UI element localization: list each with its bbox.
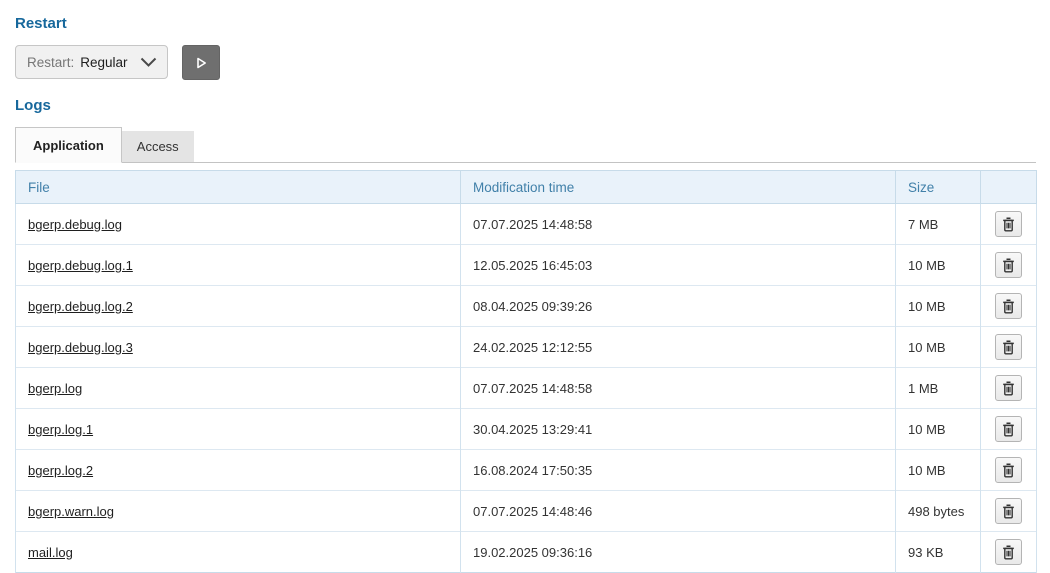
delete-button[interactable]: [995, 539, 1022, 565]
mtime-cell: 24.02.2025 12:12:55: [461, 327, 896, 368]
delete-button[interactable]: [995, 457, 1022, 483]
action-cell: [981, 532, 1037, 573]
file-link[interactable]: mail.log: [28, 545, 73, 560]
column-header-size: Size: [896, 171, 981, 204]
mtime-cell: 07.07.2025 14:48:58: [461, 204, 896, 245]
action-cell: [981, 368, 1037, 409]
trash-icon: [1002, 545, 1015, 560]
file-link[interactable]: bgerp.debug.log.2: [28, 299, 133, 314]
log-files-table: File Modification time Size bgerp.debug.…: [15, 170, 1037, 573]
file-cell: bgerp.debug.log.3: [16, 327, 461, 368]
action-cell: [981, 450, 1037, 491]
mtime-cell: 08.04.2025 09:39:26: [461, 286, 896, 327]
table-row: bgerp.debug.log.1 12.05.2025 16:45:03 10…: [16, 245, 1037, 286]
action-cell: [981, 409, 1037, 450]
file-cell: bgerp.debug.log.2: [16, 286, 461, 327]
play-icon: [193, 55, 209, 71]
file-cell: bgerp.log.2: [16, 450, 461, 491]
table-row: bgerp.warn.log 07.07.2025 14:48:46 498 b…: [16, 491, 1037, 532]
delete-button[interactable]: [995, 211, 1022, 237]
delete-button[interactable]: [995, 498, 1022, 524]
mtime-cell: 16.08.2024 17:50:35: [461, 450, 896, 491]
size-cell: 10 MB: [896, 286, 981, 327]
action-cell: [981, 286, 1037, 327]
size-cell: 498 bytes: [896, 491, 981, 532]
file-cell: bgerp.log.1: [16, 409, 461, 450]
chevron-down-icon: [140, 57, 157, 68]
restart-controls: Restart: Regular: [15, 45, 1036, 80]
trash-icon: [1002, 422, 1015, 437]
tab-application[interactable]: Application: [15, 127, 122, 163]
restart-mode-dropdown[interactable]: Restart: Regular: [15, 45, 168, 79]
action-cell: [981, 204, 1037, 245]
table-row: bgerp.log.2 16.08.2024 17:50:35 10 MB: [16, 450, 1037, 491]
trash-icon: [1002, 504, 1015, 519]
logs-tabbar: Application Access: [15, 127, 1036, 163]
column-header-actions: [981, 171, 1037, 204]
page: Restart Restart: Regular Logs Applicatio…: [0, 0, 1050, 573]
table-header-row: File Modification time Size: [16, 171, 1037, 204]
tab-access[interactable]: Access: [122, 131, 194, 162]
file-link[interactable]: bgerp.log: [28, 381, 82, 396]
table-row: bgerp.debug.log 07.07.2025 14:48:58 7 MB: [16, 204, 1037, 245]
file-link[interactable]: bgerp.debug.log: [28, 217, 122, 232]
mtime-cell: 30.04.2025 13:29:41: [461, 409, 896, 450]
table-row: bgerp.debug.log.3 24.02.2025 12:12:55 10…: [16, 327, 1037, 368]
file-cell: bgerp.debug.log.1: [16, 245, 461, 286]
table-row: bgerp.debug.log.2 08.04.2025 09:39:26 10…: [16, 286, 1037, 327]
file-cell: bgerp.log: [16, 368, 461, 409]
restart-run-button[interactable]: [182, 45, 220, 80]
trash-icon: [1002, 258, 1015, 273]
logs-section-title: Logs: [15, 97, 1036, 114]
size-cell: 10 MB: [896, 327, 981, 368]
mtime-cell: 19.02.2025 09:36:16: [461, 532, 896, 573]
trash-icon: [1002, 340, 1015, 355]
trash-icon: [1002, 463, 1015, 478]
restart-dropdown-label: Restart:: [27, 55, 74, 70]
file-cell: bgerp.warn.log: [16, 491, 461, 532]
file-link[interactable]: bgerp.debug.log.1: [28, 258, 133, 273]
table-row: bgerp.log 07.07.2025 14:48:58 1 MB: [16, 368, 1037, 409]
delete-button[interactable]: [995, 252, 1022, 278]
action-cell: [981, 245, 1037, 286]
restart-dropdown-value: Regular: [80, 55, 127, 70]
mtime-cell: 07.07.2025 14:48:46: [461, 491, 896, 532]
trash-icon: [1002, 381, 1015, 396]
table-row: mail.log 19.02.2025 09:36:16 93 KB: [16, 532, 1037, 573]
delete-button[interactable]: [995, 375, 1022, 401]
delete-button[interactable]: [995, 334, 1022, 360]
size-cell: 1 MB: [896, 368, 981, 409]
column-header-file: File: [16, 171, 461, 204]
size-cell: 10 MB: [896, 409, 981, 450]
file-cell: bgerp.debug.log: [16, 204, 461, 245]
file-link[interactable]: bgerp.log.1: [28, 422, 93, 437]
table-row: bgerp.log.1 30.04.2025 13:29:41 10 MB: [16, 409, 1037, 450]
action-cell: [981, 491, 1037, 532]
log-table-body: bgerp.debug.log 07.07.2025 14:48:58 7 MB…: [16, 204, 1037, 573]
size-cell: 7 MB: [896, 204, 981, 245]
mtime-cell: 12.05.2025 16:45:03: [461, 245, 896, 286]
trash-icon: [1002, 217, 1015, 232]
size-cell: 10 MB: [896, 245, 981, 286]
column-header-mtime: Modification time: [461, 171, 896, 204]
restart-section-title: Restart: [15, 15, 1036, 32]
file-link[interactable]: bgerp.warn.log: [28, 504, 114, 519]
file-cell: mail.log: [16, 532, 461, 573]
file-link[interactable]: bgerp.debug.log.3: [28, 340, 133, 355]
trash-icon: [1002, 299, 1015, 314]
file-link[interactable]: bgerp.log.2: [28, 463, 93, 478]
mtime-cell: 07.07.2025 14:48:58: [461, 368, 896, 409]
action-cell: [981, 327, 1037, 368]
size-cell: 10 MB: [896, 450, 981, 491]
delete-button[interactable]: [995, 293, 1022, 319]
delete-button[interactable]: [995, 416, 1022, 442]
size-cell: 93 KB: [896, 532, 981, 573]
